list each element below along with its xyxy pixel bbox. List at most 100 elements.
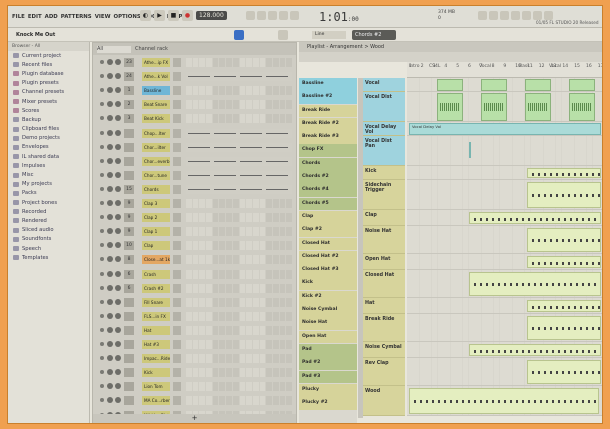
- mixer-track-number[interactable]: 6: [124, 283, 134, 293]
- mixer-track-number[interactable]: [124, 297, 134, 307]
- step-button[interactable]: [206, 325, 212, 335]
- step-button[interactable]: [232, 100, 239, 110]
- step-button[interactable]: [259, 354, 266, 364]
- step-button[interactable]: [186, 227, 192, 237]
- channel-mute-led[interactable]: [100, 356, 104, 361]
- step-button[interactable]: [266, 227, 272, 237]
- channel-mute-led[interactable]: [100, 271, 104, 276]
- step-button[interactable]: [279, 354, 286, 364]
- track-header[interactable]: Vocal Dist: [363, 92, 405, 122]
- channel-select-indicator[interactable]: [173, 340, 181, 349]
- time-marker[interactable]: Bass: [519, 64, 530, 69]
- mixer-track-number[interactable]: [124, 368, 134, 378]
- step-button[interactable]: [266, 86, 272, 96]
- step-button[interactable]: [246, 213, 252, 223]
- step-button[interactable]: [219, 241, 226, 251]
- step-button[interactable]: [186, 199, 192, 208]
- step-button[interactable]: [219, 283, 226, 293]
- step-button[interactable]: [272, 241, 279, 251]
- step-button[interactable]: [279, 213, 286, 223]
- step-sequencer[interactable]: [186, 354, 292, 364]
- browser-item[interactable]: Packs: [8, 189, 89, 198]
- step-button[interactable]: [206, 297, 212, 307]
- pattern-list-item[interactable]: Break Ride #2: [299, 117, 357, 131]
- browser-item[interactable]: Project bones: [8, 198, 89, 207]
- step-button[interactable]: [219, 325, 226, 335]
- channel-select-indicator[interactable]: [173, 255, 181, 265]
- step-button[interactable]: [239, 354, 246, 364]
- step-button[interactable]: [212, 283, 219, 293]
- metronome-icon[interactable]: [246, 11, 255, 20]
- step-button[interactable]: [279, 100, 286, 110]
- step-button[interactable]: [232, 255, 239, 265]
- volume-knob[interactable]: [115, 73, 121, 80]
- step-button[interactable]: [246, 241, 252, 251]
- channel-name-button[interactable]: Impac...Ride: [142, 354, 170, 364]
- step-button[interactable]: [252, 114, 259, 124]
- channel-name-button[interactable]: Lion Tom: [142, 382, 170, 392]
- step-button[interactable]: [259, 269, 266, 279]
- step-button[interactable]: [219, 297, 226, 307]
- menu-item-patterns[interactable]: PATTERNS: [61, 14, 92, 20]
- step-button[interactable]: [212, 325, 219, 335]
- channel-name-button[interactable]: Athe...k Vol: [142, 72, 170, 82]
- browser-item[interactable]: IL shared data: [8, 152, 89, 161]
- pan-knob[interactable]: [107, 383, 113, 390]
- step-button[interactable]: [226, 325, 232, 335]
- channel-name-button[interactable]: Close...at 1k: [142, 255, 170, 265]
- audio-clip[interactable]: [481, 79, 507, 91]
- loop-record-icon[interactable]: [279, 11, 288, 20]
- channel-select-indicator[interactable]: [173, 142, 181, 152]
- step-button[interactable]: [259, 241, 266, 251]
- step-sequencer[interactable]: [186, 396, 292, 406]
- step-button[interactable]: [246, 283, 252, 293]
- pattern-list-item[interactable]: Closed Hat #3: [299, 264, 357, 277]
- track-lane[interactable]: [407, 358, 602, 386]
- browser-item[interactable]: Envelopes: [8, 143, 89, 152]
- browser-item[interactable]: Sliced audio: [8, 226, 89, 235]
- audio-clip[interactable]: [481, 93, 507, 121]
- step-button[interactable]: [232, 269, 239, 279]
- step-button[interactable]: [232, 241, 239, 251]
- pattern-list-item[interactable]: Clap: [299, 210, 357, 224]
- pattern-list-item[interactable]: Bassline: [299, 78, 357, 91]
- step-button[interactable]: [272, 340, 279, 349]
- step-sequencer[interactable]: [186, 86, 292, 96]
- step-button[interactable]: [226, 199, 232, 208]
- pan-knob[interactable]: [107, 228, 113, 235]
- step-button[interactable]: [219, 213, 226, 223]
- step-button[interactable]: [286, 114, 292, 124]
- channel-name-button[interactable]: Hat: [142, 325, 170, 335]
- step-button[interactable]: [239, 283, 246, 293]
- step-button[interactable]: [246, 325, 252, 335]
- pattern-list-item[interactable]: Pad #3: [299, 370, 357, 384]
- step-button[interactable]: [239, 114, 246, 124]
- browser-item[interactable]: Plugin presets: [8, 79, 89, 88]
- pattern-clip[interactable]: [409, 388, 599, 414]
- step-button[interactable]: [232, 368, 239, 378]
- step-button[interactable]: [199, 255, 206, 265]
- pattern-list-item[interactable]: Pad: [299, 343, 357, 357]
- step-button[interactable]: [192, 382, 199, 392]
- step-button[interactable]: [192, 227, 199, 237]
- step-button[interactable]: [206, 227, 212, 237]
- time-marker[interactable]: Vocal: [479, 64, 491, 69]
- channel-mute-led[interactable]: [100, 172, 104, 177]
- step-button[interactable]: [259, 382, 266, 392]
- paint-tool-icon[interactable]: [278, 30, 288, 40]
- step-button[interactable]: [232, 396, 239, 406]
- step-sequencer[interactable]: [186, 325, 292, 335]
- step-button[interactable]: [212, 396, 219, 406]
- step-button[interactable]: [286, 325, 292, 335]
- timeline-ruler[interactable]: 1 2 3 4 5 6 7 8 9 10 11 12 13 14 15 16 17 Intro CS4L Vocal B…: [407, 62, 602, 78]
- channel-select-indicator[interactable]: [173, 325, 181, 335]
- pattern-clip[interactable]: [469, 212, 601, 224]
- channel-name-button[interactable]: Hat #3: [142, 340, 170, 349]
- step-button[interactable]: [286, 283, 292, 293]
- step-button[interactable]: [252, 325, 259, 335]
- mixer-track-number[interactable]: 15: [124, 184, 134, 194]
- step-button[interactable]: [199, 114, 206, 124]
- track-lane[interactable]: [407, 166, 602, 180]
- step-button[interactable]: [226, 396, 232, 406]
- step-button[interactable]: [186, 382, 192, 392]
